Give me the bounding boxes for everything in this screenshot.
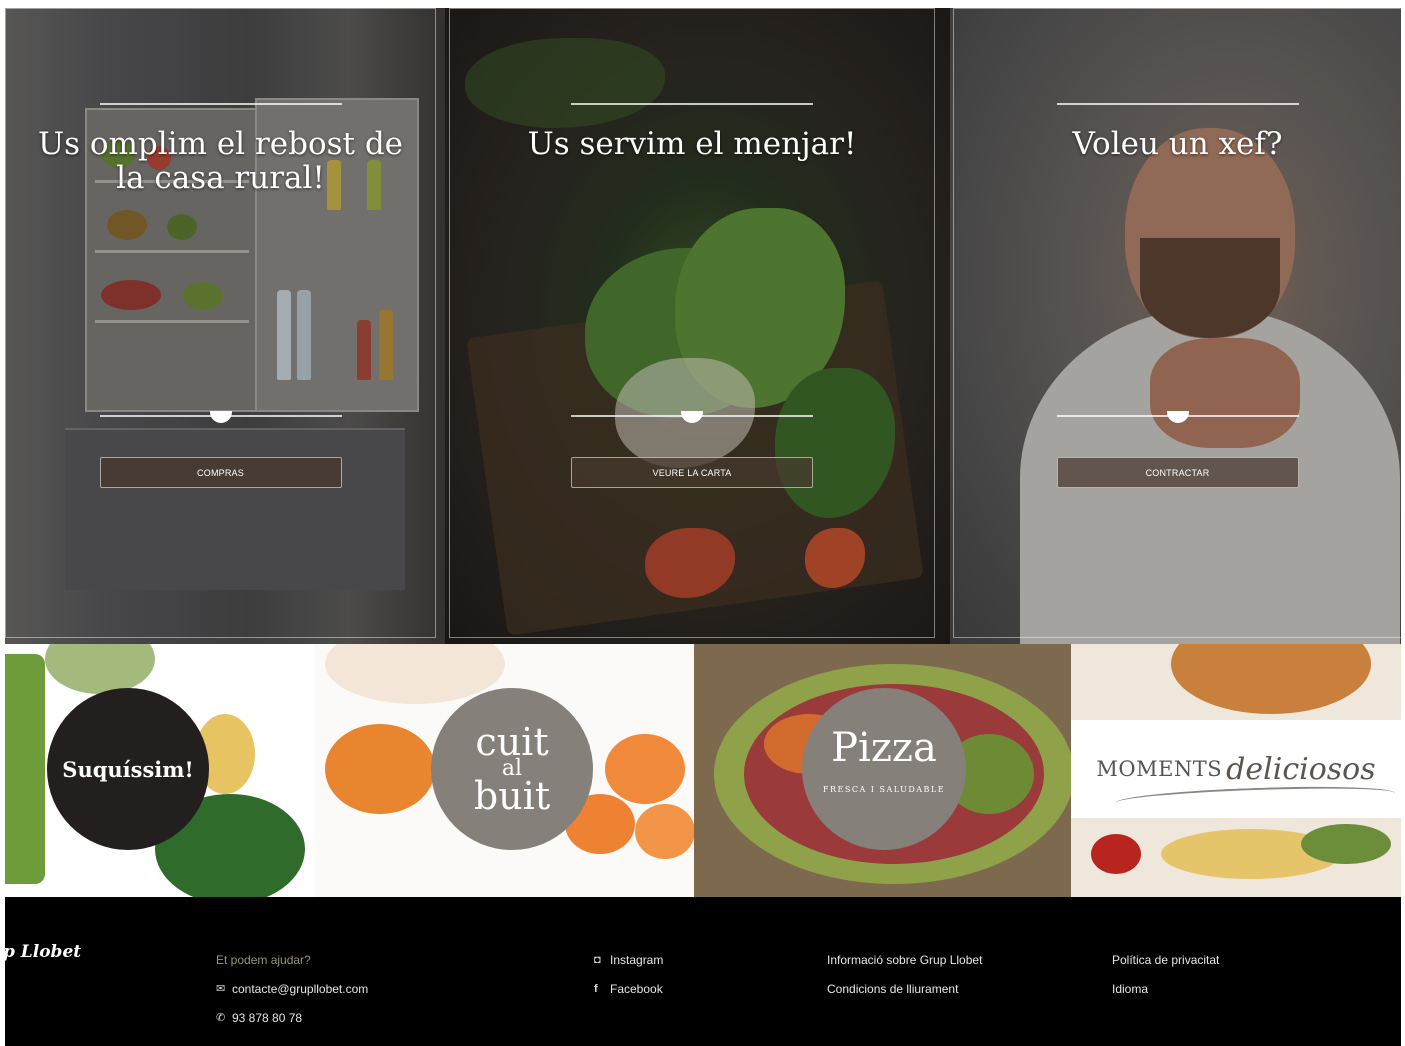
suquissim-logo: Suquíssim! xyxy=(47,688,209,850)
phone-text: 93 878 80 78 xyxy=(232,1010,303,1025)
veure-la-carta-button[interactable]: VEURE LA CARTA xyxy=(571,457,813,488)
footer-info-column: Informació sobre Grup Llobet Condicions … xyxy=(827,945,982,1003)
card-title: Voleu un xef? xyxy=(1072,126,1283,162)
instagram-text: Instagram xyxy=(610,952,664,967)
footer-logo[interactable]: p Llobet xyxy=(3,942,81,962)
brand-cuit-al-buit[interactable]: cuit al buit xyxy=(315,644,694,897)
footer-social-column: ◘ Instagram f Facebook xyxy=(594,945,663,1003)
card-title: Us servim el menjar! xyxy=(527,126,857,162)
instagram-icon: ◘ xyxy=(594,953,601,966)
brand-moments-deliciosos[interactable]: MOMENTS deliciosos xyxy=(1071,644,1401,897)
email-link[interactable]: ✉ contacte@grupllobet.com xyxy=(216,974,368,1003)
facebook-link[interactable]: f Facebook xyxy=(594,974,663,1003)
cuit-al-buit-logo: cuit al buit xyxy=(431,688,593,850)
moments-text: MOMENTS xyxy=(1096,757,1223,781)
brands-strip: Suquíssim! cuit al buit Pizza FRESCA I S… xyxy=(5,644,1401,897)
card-pantry: Us omplim el rebost de la casa rural! CO… xyxy=(5,8,436,638)
buit-text: buit xyxy=(473,774,551,818)
compras-button[interactable]: COMPRAS xyxy=(99,457,342,488)
pizza-text: Pizza xyxy=(831,725,937,771)
footer-legal-column: Política de privacitat Idioma xyxy=(1112,945,1219,1003)
privacy-link[interactable]: Política de privacitat xyxy=(1112,945,1219,974)
hero-section: Us omplim el rebost de la casa rural! CO… xyxy=(5,8,1401,644)
footer-contact-column: Et podem ajudar? ✉ contacte@grupllobet.c… xyxy=(216,945,368,1032)
card-menu: Us servim el menjar! VEURE LA CARTA xyxy=(449,8,935,638)
email-text: contacte@grupllobet.com xyxy=(232,981,369,996)
brand-pizza[interactable]: Pizza FRESCA I SALUDABLE xyxy=(694,644,1071,897)
help-heading: Et podem ajudar? xyxy=(216,952,311,967)
swoosh-decoration xyxy=(1114,783,1396,813)
conditions-link[interactable]: Condicions de lliurament xyxy=(827,974,982,1003)
facebook-icon: f xyxy=(594,982,598,995)
site-footer: p Llobet Et podem ajudar? ✉ contacte@gru… xyxy=(3,897,1401,1046)
contractar-button[interactable]: CONTRACTAR xyxy=(1056,457,1299,488)
facebook-text: Facebook xyxy=(610,981,663,996)
deliciosos-text: deliciosos xyxy=(1226,751,1376,787)
mail-icon: ✉ xyxy=(216,983,226,995)
cuit-text: cuit xyxy=(475,720,549,764)
suquissim-text: Suquíssim! xyxy=(62,756,194,782)
phone-icon: ✆ xyxy=(216,1012,226,1024)
instagram-link[interactable]: ◘ Instagram xyxy=(594,945,663,974)
pizza-logo: Pizza FRESCA I SALUDABLE xyxy=(802,688,966,850)
card-chef: Voleu un xef? CONTRACTAR xyxy=(953,8,1401,638)
info-link[interactable]: Informació sobre Grup Llobet xyxy=(827,945,982,974)
card-title: Us omplim el rebost de la casa rural! xyxy=(37,126,404,196)
language-link[interactable]: Idioma xyxy=(1112,974,1219,1003)
phone-link[interactable]: ✆ 93 878 80 78 xyxy=(216,1003,368,1032)
moments-deliciosos-logo: MOMENTS deliciosos xyxy=(1071,720,1401,818)
brand-suquissim[interactable]: Suquíssim! xyxy=(5,644,315,897)
pizza-subtitle: FRESCA I SALUDABLE xyxy=(822,785,946,794)
